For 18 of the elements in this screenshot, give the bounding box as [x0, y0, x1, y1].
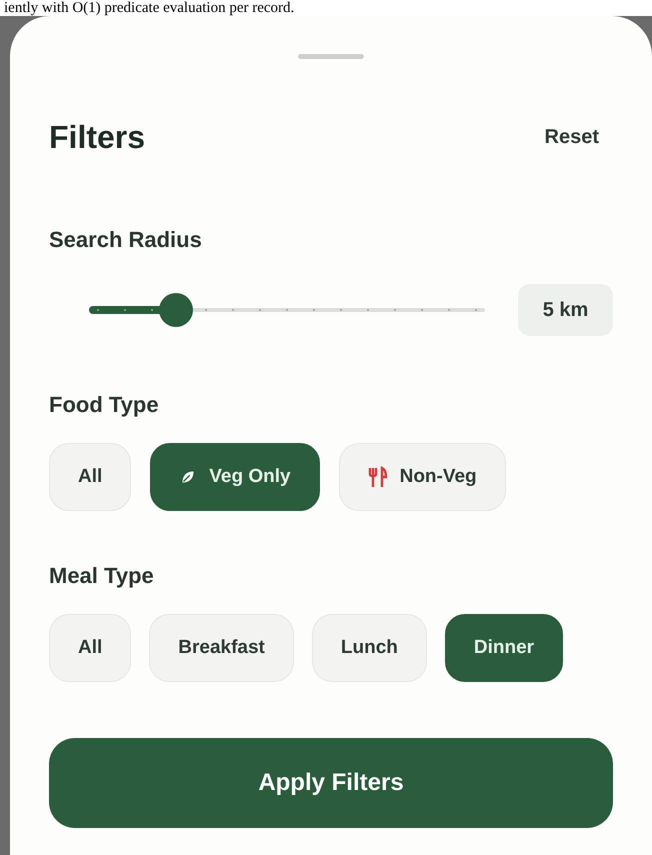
radius-slider[interactable] [89, 295, 485, 325]
filter-chip[interactable]: All [49, 443, 132, 511]
drag-handle[interactable] [298, 54, 364, 59]
filter-chip[interactable]: Dinner [444, 614, 564, 682]
reset-link[interactable]: Reset [544, 122, 599, 152]
apply-filters-button[interactable]: Apply Filters [49, 738, 613, 828]
section-label: Search Radius [49, 226, 203, 254]
section-label: Food Type [49, 391, 160, 419]
filter-chip[interactable]: Lunch [312, 614, 427, 682]
filter-chip[interactable]: Breakfast [149, 614, 294, 682]
sheet-title: Filters [49, 118, 146, 157]
fork-knife-icon [368, 466, 388, 488]
filter-chip[interactable]: Non-Veg [338, 443, 506, 511]
section-label: Meal Type [49, 562, 155, 590]
document-text: iently with O(1) predicate evaluation per record. [3, 0, 296, 16]
filter-chip[interactable]: Veg Only [150, 443, 320, 511]
radius-value: 5 km [518, 284, 613, 336]
filter-chip[interactable]: All [49, 614, 132, 682]
